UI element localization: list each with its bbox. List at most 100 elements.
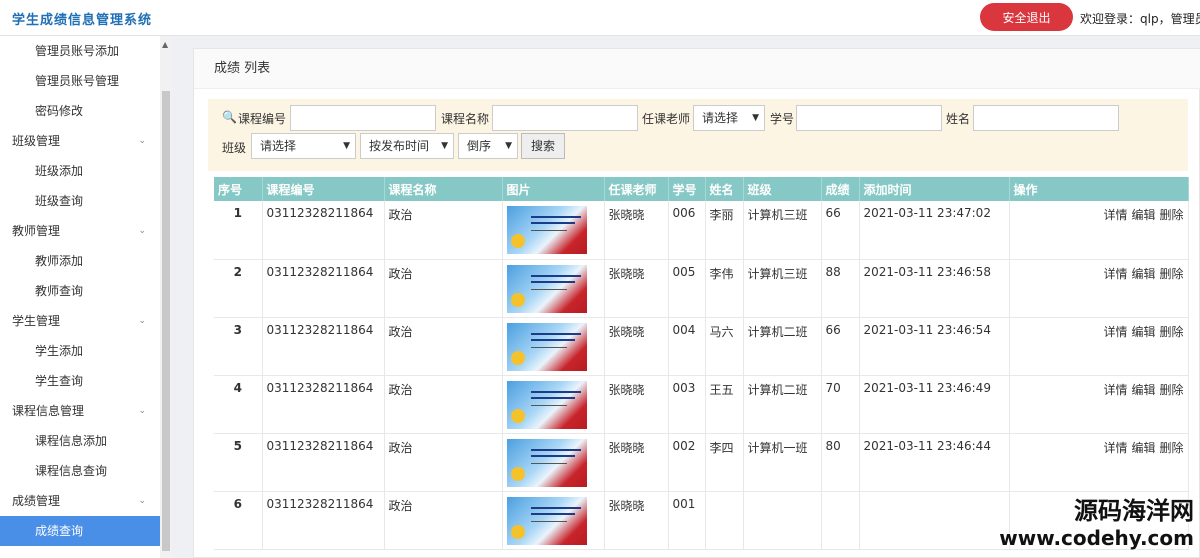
- sidebar-item-course-query[interactable]: 课程信息查询: [0, 456, 160, 486]
- course-name-input[interactable]: [492, 105, 638, 131]
- detail-link[interactable]: 详情: [1103, 325, 1127, 339]
- order-select-value: 倒序: [467, 139, 492, 153]
- delete-link[interactable]: 删除: [1159, 383, 1183, 397]
- edit-link[interactable]: 编辑: [1131, 208, 1155, 222]
- detail-link[interactable]: 详情: [1103, 267, 1127, 281]
- delete-link[interactable]: 删除: [1159, 267, 1183, 281]
- student-no-input[interactable]: [796, 105, 942, 131]
- sidebar-item-teacher-add[interactable]: 教师添加: [0, 246, 160, 276]
- decoration: [530, 338, 575, 341]
- edit-link[interactable]: 编辑: [1131, 383, 1155, 397]
- time-cell: 2021-03-11 23:47:02: [859, 201, 1010, 260]
- col-header: 图片: [502, 177, 605, 201]
- logout-button[interactable]: 安全退出: [980, 3, 1073, 31]
- course-name-cell: 政治: [384, 433, 503, 492]
- scroll-up-icon[interactable]: ▲: [162, 40, 168, 49]
- search-button[interactable]: 搜索: [521, 133, 565, 159]
- course-no-input[interactable]: [290, 105, 436, 131]
- table-row: 4 03112328211864 政治 张晓晓 003 王五 计算机二班 70 2021-03-…: [214, 375, 1189, 434]
- teacher-cell: 张晓晓: [604, 375, 669, 434]
- decoration: [530, 230, 567, 231]
- sidebar-item-admin-add[interactable]: 管理员账号添加: [0, 36, 160, 66]
- chevron-down-icon: ▼: [752, 113, 759, 123]
- detail-link[interactable]: 详情: [1103, 383, 1127, 397]
- chevron-down-icon: ▼: [343, 141, 350, 151]
- sidebar-group-student[interactable]: 学生管理 ⌄: [0, 306, 160, 336]
- sidebar-group-label: 班级管理: [12, 134, 61, 148]
- detail-link[interactable]: 详情: [1103, 441, 1127, 455]
- sidebar-item-score-query[interactable]: 成绩查询: [0, 516, 160, 546]
- sidebar-item-student-query[interactable]: 学生查询: [0, 366, 160, 396]
- col-header: 成绩: [821, 177, 860, 201]
- row-index: 3: [214, 317, 263, 376]
- detail-link[interactable]: 详情: [1103, 208, 1127, 222]
- teacher-label: 任课老师: [642, 112, 691, 126]
- sidebar-group-class[interactable]: 班级管理 ⌄: [0, 126, 160, 156]
- student-no-cell: 005: [668, 259, 706, 318]
- scrollbar-thumb[interactable]: [162, 91, 170, 551]
- sidebar-item-label: 密码修改: [35, 104, 84, 118]
- student-no-cell: 004: [668, 317, 706, 376]
- sidebar-item-class-add[interactable]: 班级添加: [0, 156, 160, 186]
- time-cell: [859, 491, 1010, 550]
- image-cell: [502, 375, 605, 434]
- course-no-cell: 03112328211864: [262, 491, 385, 550]
- course-thumbnail: [506, 438, 587, 487]
- course-thumbnail: [506, 496, 587, 545]
- delete-link[interactable]: 删除: [1159, 441, 1183, 455]
- edit-link[interactable]: 编辑: [1131, 325, 1155, 339]
- sidebar-item-teacher-query[interactable]: 教师查询: [0, 276, 160, 306]
- delete-link[interactable]: 删除: [1159, 325, 1183, 339]
- chevron-down-icon: ⌄: [138, 496, 146, 506]
- teacher-select[interactable]: 请选择 ▼: [693, 105, 765, 131]
- actions-cell: 详情 编辑 删除: [1009, 259, 1189, 318]
- teacher-cell: 张晓晓: [604, 491, 669, 550]
- sidebar-item-password[interactable]: 密码修改: [0, 96, 160, 126]
- sidebar-item-label: 教师查询: [35, 284, 84, 298]
- chevron-down-icon: ⌄: [138, 226, 146, 236]
- class-cell: 计算机三班: [743, 201, 822, 260]
- table-row: 5 03112328211864 政治 张晓晓 002 李四 计算机一班 80 2021-03-…: [214, 433, 1189, 492]
- student-no-label: 学号: [770, 112, 795, 126]
- edit-link[interactable]: 编辑: [1131, 267, 1155, 281]
- decoration: [530, 462, 567, 464]
- decoration: [530, 222, 575, 224]
- sidebar-group-teacher[interactable]: 教师管理 ⌄: [0, 216, 160, 246]
- order-select[interactable]: 倒序 ▼: [458, 133, 518, 159]
- sidebar-item-course-add[interactable]: 课程信息添加: [0, 426, 160, 456]
- name-label: 姓名: [946, 112, 971, 126]
- class-select[interactable]: 请选择 ▼: [251, 133, 356, 159]
- name-cell: 李四: [705, 433, 744, 492]
- actions-cell: 详情 编辑 删除: [1009, 201, 1189, 260]
- chevron-down-icon: ⌄: [138, 316, 146, 326]
- sidebar-group-score[interactable]: 成绩管理 ⌄: [0, 486, 160, 516]
- sidebar-item-student-add[interactable]: 学生添加: [0, 336, 160, 366]
- course-name-cell: 政治: [384, 375, 503, 434]
- sort-select[interactable]: 按发布时间 ▼: [360, 133, 454, 159]
- sidebar-group-course[interactable]: 课程信息管理 ⌄: [0, 396, 160, 426]
- edit-link[interactable]: 编辑: [1131, 441, 1155, 455]
- decoration: [530, 346, 567, 348]
- decoration: [530, 506, 581, 509]
- emblem-icon: [510, 234, 525, 248]
- delete-link[interactable]: 删除: [1159, 208, 1183, 222]
- sidebar-item-admin-manage[interactable]: 管理员账号管理: [0, 66, 160, 96]
- emblem-icon: [510, 350, 525, 365]
- class-label: 班级: [222, 141, 247, 155]
- table-header-row: 序号 课程编号 课程名称 图片 任课老师 学号 姓名 班级 成绩 添加时间 操作: [214, 177, 1189, 201]
- time-cell: 2021-03-11 23:46:58: [859, 259, 1010, 318]
- app-title: 学生成绩信息管理系统: [12, 13, 153, 28]
- col-header: 姓名: [705, 177, 744, 201]
- course-name-cell: 政治: [384, 259, 503, 318]
- student-no-cell: 006: [668, 201, 706, 260]
- image-cell: [502, 259, 605, 318]
- sidebar-item-class-query[interactable]: 班级查询: [0, 186, 160, 216]
- decoration: [530, 288, 567, 290]
- sidebar-item-label: 学生查询: [35, 374, 84, 388]
- time-cell: 2021-03-11 23:46:54: [859, 317, 1010, 376]
- name-input[interactable]: [973, 105, 1119, 131]
- course-name-cell: 政治: [384, 491, 503, 550]
- sidebar-group-label: 课程信息管理: [12, 404, 85, 418]
- sidebar-scrollbar[interactable]: ▲: [160, 36, 172, 558]
- score-cell: [821, 491, 860, 550]
